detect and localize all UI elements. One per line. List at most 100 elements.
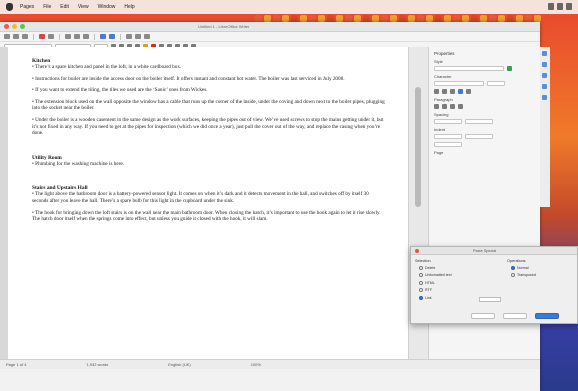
app-icon[interactable] — [444, 15, 451, 22]
menu-file[interactable]: File — [43, 4, 51, 10]
app-icon[interactable] — [408, 15, 415, 22]
cut-icon[interactable] — [65, 34, 71, 39]
option-transposed[interactable]: Transposed — [511, 273, 536, 278]
shadow-icon[interactable] — [466, 89, 471, 94]
sidebar-section-style[interactable]: Style — [434, 59, 535, 64]
align-center-icon[interactable] — [442, 104, 447, 109]
app-icon[interactable] — [354, 15, 361, 22]
app-icon[interactable] — [327, 15, 334, 22]
spacing-above-field[interactable] — [434, 119, 462, 124]
app-icon[interactable] — [390, 15, 397, 22]
app-icon[interactable] — [363, 15, 370, 22]
radio-icon[interactable] — [511, 273, 515, 278]
page-tab-icon[interactable] — [542, 95, 547, 100]
dialog-value-field[interactable] — [479, 297, 501, 302]
app-icon[interactable] — [471, 15, 478, 22]
apple-logo-icon[interactable] — [6, 3, 13, 11]
ok-button[interactable] — [535, 313, 559, 319]
justify-icon[interactable] — [458, 104, 463, 109]
styles-tab-icon[interactable] — [542, 62, 547, 67]
insert-image-icon[interactable] — [135, 34, 141, 39]
export-pdf-icon[interactable] — [39, 34, 45, 39]
option-delete[interactable]: Delete — [419, 266, 452, 270]
option-html[interactable]: HTML — [419, 280, 452, 285]
cancel-button[interactable] — [503, 313, 527, 319]
radio-selected-icon[interactable] — [419, 295, 423, 300]
app-icon[interactable] — [525, 15, 532, 22]
menu-app-name[interactable]: Pages — [20, 4, 34, 10]
page-count[interactable]: Page 1 of 4 — [6, 362, 26, 367]
properties-tab-icon[interactable] — [542, 51, 547, 56]
word-count[interactable]: 1,932 words — [86, 362, 108, 367]
font-color-icon[interactable] — [458, 89, 463, 94]
bold-icon[interactable] — [434, 89, 439, 94]
save-icon[interactable] — [22, 34, 28, 39]
menu-edit[interactable]: Edit — [60, 4, 69, 10]
underline-icon[interactable] — [450, 89, 455, 94]
option-normal[interactable]: Normal — [511, 266, 536, 270]
app-icon[interactable] — [300, 15, 307, 22]
navigator-tab-icon[interactable] — [542, 84, 547, 89]
gallery-tab-icon[interactable] — [542, 73, 547, 78]
print-icon[interactable] — [48, 34, 54, 39]
app-icon[interactable] — [255, 15, 262, 22]
radio-icon[interactable] — [419, 288, 423, 293]
menu-help[interactable]: Help — [124, 4, 134, 10]
app-icon[interactable] — [435, 15, 442, 22]
app-icon[interactable] — [534, 15, 541, 22]
battery-icon[interactable] — [557, 3, 563, 10]
app-icon[interactable] — [309, 15, 316, 22]
open-icon[interactable] — [13, 34, 19, 39]
app-icon[interactable] — [336, 15, 343, 22]
document-page[interactable]: Kitchen • There’s a spare kitchen and pa… — [8, 47, 408, 359]
app-icon[interactable] — [516, 15, 523, 22]
option-link[interactable]: Link — [419, 295, 452, 300]
indent-before-field[interactable] — [434, 134, 462, 139]
sidebar-section-character[interactable]: Character — [434, 74, 535, 79]
radio-icon[interactable] — [419, 273, 423, 278]
indent-after-field[interactable] — [465, 134, 493, 139]
app-icon[interactable] — [417, 15, 424, 22]
align-left-icon[interactable] — [434, 104, 439, 109]
app-icon[interactable] — [372, 15, 379, 22]
app-icon[interactable] — [426, 15, 433, 22]
font-dropdown[interactable] — [434, 81, 484, 86]
style-dropdown[interactable] — [434, 66, 504, 71]
first-line-indent-field[interactable] — [434, 142, 462, 147]
app-icon[interactable] — [507, 15, 514, 22]
app-icon[interactable] — [462, 15, 469, 22]
zoom-level[interactable]: 100% — [251, 362, 261, 367]
app-icon[interactable] — [318, 15, 325, 22]
spacing-below-field[interactable] — [465, 119, 493, 124]
clock-icon[interactable] — [566, 3, 572, 10]
app-icon[interactable] — [399, 15, 406, 22]
menu-view[interactable]: View — [78, 4, 89, 10]
new-style-icon[interactable] — [507, 66, 512, 71]
app-icon[interactable] — [345, 15, 352, 22]
insert-table-icon[interactable] — [126, 34, 132, 39]
app-icon[interactable] — [489, 15, 496, 22]
menu-window[interactable]: Window — [98, 4, 116, 10]
copy-icon[interactable] — [74, 34, 80, 39]
zoom-window-button[interactable] — [20, 24, 25, 29]
radio-icon[interactable] — [419, 266, 423, 270]
sidebar-section-paragraph[interactable]: Paragraph — [434, 97, 535, 102]
redo-icon[interactable] — [109, 34, 115, 39]
app-icon[interactable] — [453, 15, 460, 22]
option-rtf[interactable]: RTF — [419, 288, 452, 293]
app-icon[interactable] — [498, 15, 505, 22]
scrollbar-thumb[interactable] — [415, 87, 421, 207]
close-dialog-button[interactable] — [415, 248, 419, 253]
minimize-window-button[interactable] — [12, 24, 17, 29]
app-icon[interactable] — [273, 15, 280, 22]
sidebar-section-page[interactable]: Page — [434, 150, 535, 155]
radio-icon[interactable] — [419, 280, 423, 285]
paste-icon[interactable] — [83, 34, 89, 39]
new-document-icon[interactable] — [4, 34, 10, 39]
option-unformatted[interactable]: Unformatted text — [419, 273, 452, 278]
italic-icon[interactable] — [442, 89, 447, 94]
radio-selected-icon[interactable] — [511, 266, 515, 270]
help-button[interactable] — [471, 313, 495, 319]
close-window-button[interactable] — [4, 24, 9, 29]
app-icon[interactable] — [381, 15, 388, 22]
